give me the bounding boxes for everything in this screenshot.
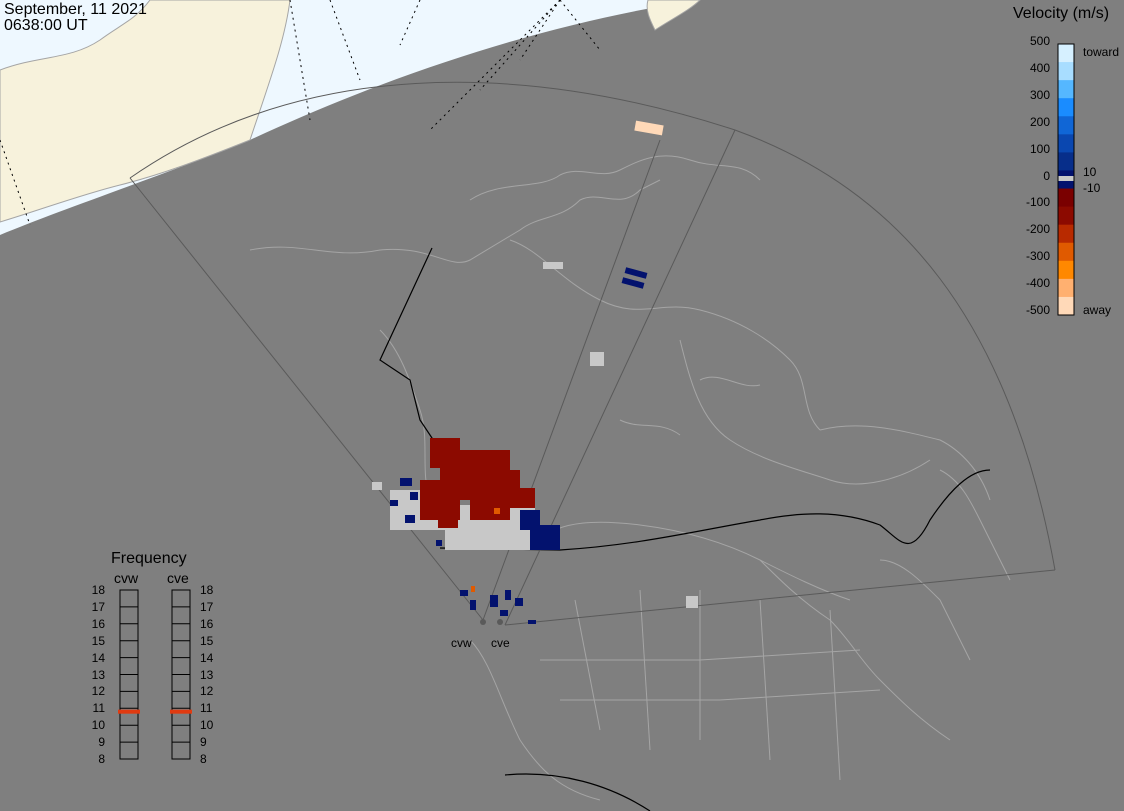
frequency-level-label: 12 [91,684,105,699]
velocity-color-swatch [1058,134,1074,153]
radar-site-cve [497,619,503,625]
away-label: away [1083,303,1112,317]
frequency-level-label: 8 [200,752,207,766]
frequency-level-label: 13 [91,667,105,682]
radar-site-cvw [480,619,486,625]
frequency-level-label: 10 [91,718,105,733]
radar-label-cve: cve [491,636,510,650]
frequency-level-label: 11 [92,701,105,716]
frequency-level-label: 10 [200,718,214,733]
coastlines [249,155,1011,801]
velocity-color-swatch [1058,242,1074,262]
velocity-tick-label: -100 [1025,195,1050,210]
frequency-radar-cve: cve [167,570,189,586]
frequency-level-label: 16 [91,616,105,631]
map-plot: September, 11 2021 0638:00 UT Velocity (… [0,0,1124,811]
radar-label-cvw: cvw [451,636,472,650]
toward-label: toward [1083,45,1120,59]
frequency-level-label: 15 [91,633,105,648]
frequency-level-label: 17 [91,599,105,614]
velocity-color-swatch [1058,206,1074,226]
velocity-toward [390,267,648,624]
frequency-level-label: 14 [91,650,105,665]
frequency-level-label: 12 [200,684,214,699]
velocity-tick-label: 300 [1029,87,1050,102]
frequency-level-label: 9 [200,735,207,750]
frequency-level-label: 14 [200,650,214,665]
velocity-tick-label: -200 [1025,222,1050,237]
map-canvas [0,0,1075,811]
velocity-tick-label: -500 [1025,303,1050,317]
velocity-color-swatch [1058,62,1074,81]
velocity-color-swatch [1058,44,1074,63]
velocity-color-swatch [1058,296,1074,316]
daylight-land-greenland [646,0,701,31]
time-label: 0638:00 UT [4,17,88,34]
velocity-tick-label: -400 [1025,276,1050,291]
frequency-level-label: 13 [200,667,214,682]
frequency-title: Frequency [111,550,187,567]
velocity-tick-label: 0 [1043,168,1050,183]
frequency-radar-cvw: cvw [114,570,139,586]
frequency-level-label: 8 [98,752,105,766]
frequency-bars [118,589,192,760]
velocity-color-swatch [1058,278,1074,298]
velocity-color-swatch [1058,188,1074,208]
frequency-marker [170,709,192,714]
velocity-tick-label: -300 [1025,249,1050,264]
velocity-color-swatch [1058,116,1074,135]
plus-threshold-label: 10 [1083,165,1097,179]
frequency-marker [118,709,140,714]
velocity-color-swatch [1058,98,1074,117]
frequency-level-label: 9 [98,735,105,750]
velocity-tick-label: 500 [1029,34,1050,48]
velocity-away-faint [634,120,664,136]
frequency-level-label: 11 [200,701,213,716]
velocity-tick-label: 100 [1029,141,1050,156]
frequency-level-label: 16 [200,616,214,631]
minus-threshold-label: -10 [1083,181,1101,195]
velocity-tick-label: 200 [1029,114,1050,129]
velocity-color-swatch [1058,80,1074,99]
velocity-color-swatch [1058,260,1074,280]
frequency-level-label: 17 [200,599,214,614]
frequency-level-label: 18 [91,583,105,597]
velocity-tick-label: 400 [1029,60,1050,75]
velocity-color-swatch [1058,224,1074,244]
velocity-color-swatch [1058,152,1074,171]
date-label: September, 11 2021 [4,1,147,18]
velocity-zero-band [1058,176,1074,181]
frequency-level-label: 18 [200,583,214,597]
velocity-colorbar [1058,44,1074,316]
frequency-level-label: 15 [200,633,214,648]
velocity-scale-title: Velocity (m/s) [1013,5,1110,22]
